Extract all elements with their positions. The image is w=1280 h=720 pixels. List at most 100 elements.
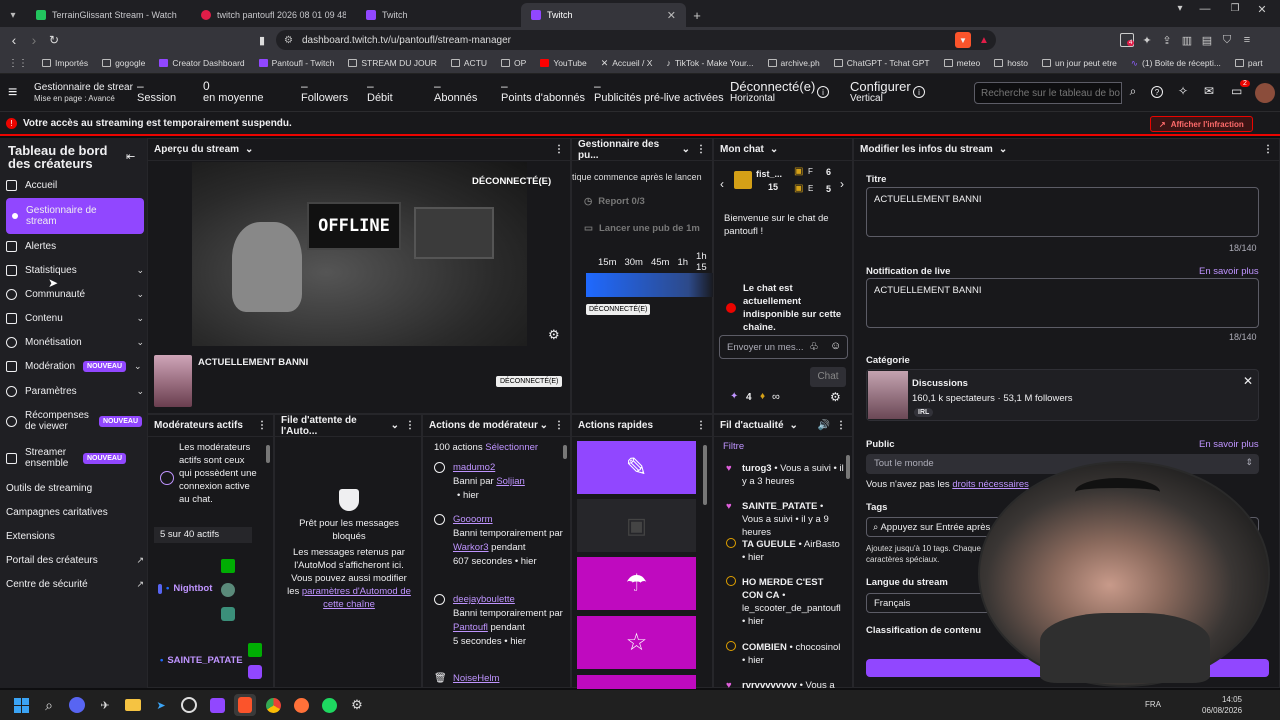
sidebar-item-charity[interactable]: Campagnes caritatives (6, 507, 144, 518)
window-maximize-icon[interactable]: ❐ (1225, 3, 1245, 14)
sidebar-item-safety-center[interactable]: Centre de sécurité ↗ (6, 579, 144, 590)
windows-start-icon[interactable] (10, 694, 32, 716)
twitch-app-icon[interactable] (206, 694, 228, 716)
volume-icon[interactable]: 🔊 (818, 420, 830, 431)
emote-icon[interactable]: ☺ (830, 340, 841, 352)
sidebar-item-home[interactable]: Accueil (6, 180, 144, 191)
select-link[interactable]: Sélectionner (485, 442, 538, 453)
forward-icon[interactable]: › (26, 32, 42, 48)
learn-more-link[interactable]: En savoir plus (1199, 439, 1259, 450)
chevron-right-icon[interactable]: › (840, 177, 844, 191)
more-options-icon[interactable]: ⋮ (696, 144, 706, 155)
search-icon[interactable]: ⌕ (1124, 84, 1142, 99)
dashboard-search-input[interactable] (974, 82, 1122, 104)
moderator-row[interactable]: • SAINTE_PATATE (160, 655, 243, 666)
tab-list-icon[interactable]: ▾ (0, 3, 26, 27)
steam-icon[interactable]: ✈ (94, 694, 116, 716)
close-tab-icon[interactable]: ✕ (667, 9, 676, 22)
more-options-icon[interactable]: ⋮ (554, 420, 564, 431)
chat-send-button[interactable]: Chat (810, 367, 846, 387)
mod-action-item[interactable]: madumo2 Banni par Soljian • hier (433, 461, 558, 503)
feed-item[interactable]: ♥ SAINTE_PATATE • Vous a suivi • il y a 9… (726, 500, 844, 539)
chevron-down-icon[interactable]: ⌄ (245, 144, 253, 155)
brave-browser-icon[interactable] (234, 694, 256, 716)
share-icon[interactable]: ⇪ (1160, 34, 1174, 47)
bookmark-item[interactable]: ♪ TikTok - Make Your... (660, 58, 759, 68)
extension-icon[interactable]: 4 (1120, 33, 1135, 47)
sidebar-item-extensions[interactable]: Extensions (6, 531, 144, 542)
browser-tab[interactable]: Twitch (356, 3, 521, 27)
layout-vertical[interactable]: Configurer Vertical (850, 80, 911, 105)
new-tab-icon[interactable]: + (686, 3, 708, 27)
raid-button[interactable]: ☂ (577, 557, 696, 610)
feed-item[interactable]: TA GUEULE • AirBasto • hier (726, 538, 844, 564)
quick-action-button[interactable] (577, 675, 696, 689)
chrome-icon[interactable] (262, 694, 284, 716)
window-minimize-icon[interactable]: — (1195, 3, 1215, 15)
collapse-sidebar-icon[interactable]: ⇤ (126, 150, 135, 163)
scrollbar[interactable] (563, 445, 567, 459)
bookmark-item[interactable]: Importés (36, 58, 94, 68)
bookmark-item[interactable]: ✕ Accueil / X (595, 58, 659, 69)
bookmark-item[interactable]: YouTube (534, 58, 592, 68)
site-info-icon[interactable]: ⚙ (284, 35, 293, 46)
moderator-row[interactable]: • Nightbot (158, 583, 212, 594)
sidebar-item-monetization[interactable]: Monétisation ⌄ (6, 337, 144, 348)
bits-icon[interactable]: ♧ (809, 340, 819, 353)
wallet-icon[interactable]: ▤ (1200, 34, 1214, 47)
bookmark-icon[interactable]: ▮ (256, 34, 268, 47)
bookmark-item[interactable]: ∿ (1) Boite de récepti... (1125, 58, 1227, 69)
settings-icon[interactable]: ⚙ (346, 694, 368, 716)
bookmark-item[interactable]: archive.ph (762, 58, 826, 68)
chat-input[interactable]: Envoyer un mes... ♧ ☺ (719, 335, 848, 359)
menu-icon[interactable]: ≡ (1240, 34, 1254, 46)
obs-icon[interactable] (178, 694, 200, 716)
inbox-icon[interactable]: ✉ (1204, 84, 1214, 98)
avatar[interactable] (1255, 83, 1275, 103)
back-icon[interactable]: ‹ (6, 32, 22, 48)
clip-button[interactable]: ▣ (577, 499, 696, 552)
bookmark-item[interactable]: meteo (938, 58, 987, 68)
telegram-icon[interactable]: ➤ (150, 694, 172, 716)
mod-action-item[interactable]: 🗑 NoiseHelm (433, 673, 563, 684)
sidebar-item-creator-portal[interactable]: Portail des créateurs ↗ (6, 555, 144, 566)
chevron-left-icon[interactable]: ‹ (720, 177, 724, 191)
automod-settings-link[interactable]: paramètres d'Automod de cette chaîne (302, 586, 411, 610)
bookmark-item[interactable]: Pantoufl - Twitch (253, 58, 341, 68)
discord-icon[interactable] (66, 694, 88, 716)
bookmark-item[interactable]: ACTU (445, 58, 493, 68)
more-options-icon[interactable]: ⋮ (405, 420, 415, 431)
sidebar-item-community[interactable]: Communauté ⌄ (6, 289, 144, 300)
sidebar-item-alerts[interactable]: Alertes (6, 241, 144, 252)
bookmark-item[interactable]: hosto (988, 58, 1034, 68)
scrollbar[interactable] (266, 445, 270, 463)
chevron-down-icon[interactable]: ⌄ (682, 144, 690, 155)
address-bar[interactable]: ⚙ dashboard.twitch.tv/u/pantoufl/stream-… (276, 30, 996, 50)
reload-icon[interactable]: ↻ (46, 33, 62, 47)
mod-action-item[interactable]: Goooorm Banni temporairement par Warkor3 p… (433, 513, 563, 569)
feed-item[interactable]: COMBIEN • chocosinol • hier (726, 641, 844, 667)
title-input[interactable]: ACTUELLEMENT BANNI (866, 187, 1259, 237)
magic-icon[interactable]: ✧ (1178, 84, 1188, 98)
gear-icon[interactable]: ⚙ (830, 390, 841, 404)
chevron-down-icon[interactable]: ⌄ (770, 144, 778, 155)
edit-stream-button[interactable]: ✎ (577, 441, 696, 494)
run-ad-button[interactable]: ▭ Lancer une pub de 1m (584, 223, 700, 234)
sidebar-item-stream-together[interactable]: Streamer ensemble NOUVEAU (6, 447, 144, 469)
bookmark-item[interactable]: part (1229, 58, 1269, 68)
chevron-down-icon[interactable]: ⌄ (391, 420, 399, 431)
language-indicator[interactable]: FRA (1145, 700, 1161, 709)
puzzle-icon[interactable]: ✦ (1140, 34, 1154, 47)
browser-tab-active[interactable]: Twitch ✕ (521, 3, 686, 27)
highlight-button[interactable]: ☆ (577, 616, 696, 669)
feed-item[interactable]: ♥ rvrvvvvvvvv • Vous a (726, 679, 844, 689)
sidebar-item-statistics[interactable]: Statistiques ⌄ (6, 265, 144, 276)
category-card[interactable]: Discussions 160,1 k spectateurs · 53,1 M… (866, 369, 1259, 421)
bookmark-item[interactable]: un jour peut etre (1036, 58, 1123, 68)
browser-tab[interactable]: TerrainGlissant Stream - Watch Live o (26, 3, 191, 27)
firefox-icon[interactable] (290, 694, 312, 716)
bookmark-item[interactable]: Creator Dashboard (153, 58, 250, 68)
bookmark-item[interactable]: ChatGPT - Tchat GPT (828, 58, 936, 68)
apps-icon[interactable]: ⋮⋮ (8, 58, 28, 69)
browser-tab[interactable]: twitch pantoufl 2026 08 01 09 48 57 (191, 3, 356, 27)
